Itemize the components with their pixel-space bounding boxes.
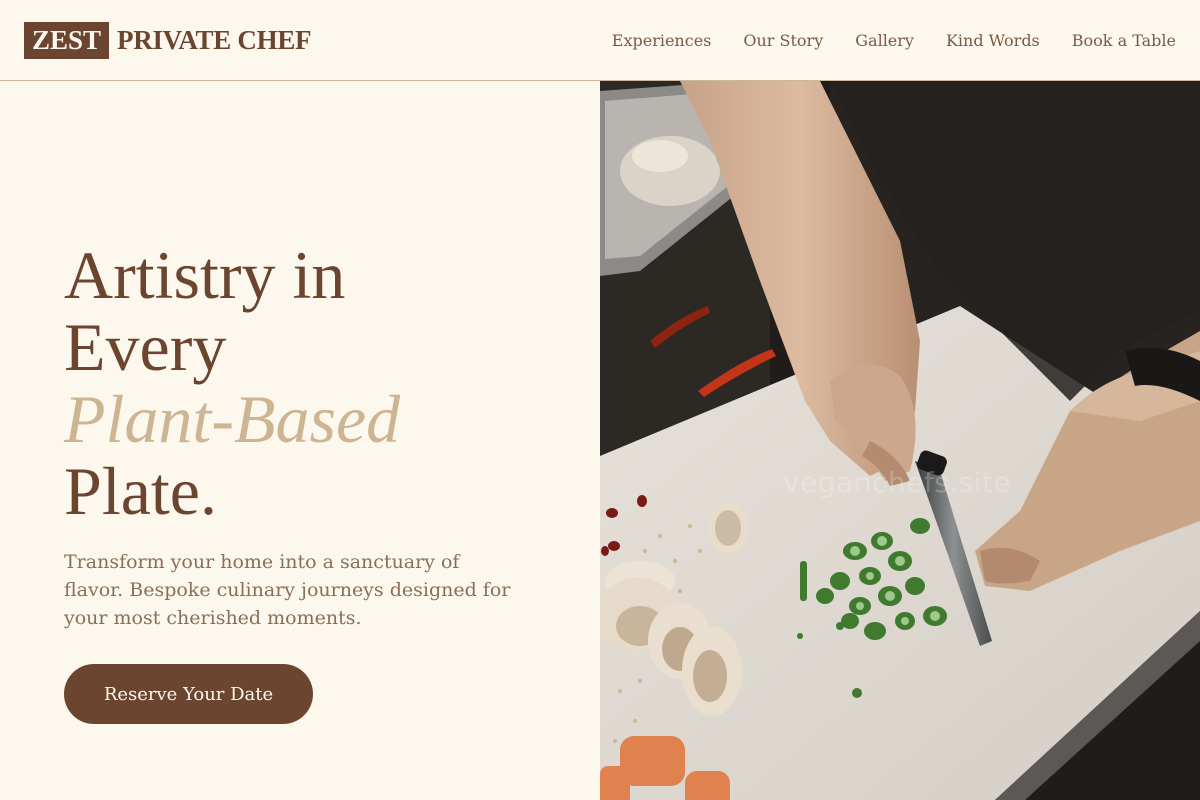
hero-photo-illustration bbox=[600, 81, 1200, 800]
headline-line-4: Plate. bbox=[64, 453, 217, 529]
headline-line-2: Every bbox=[64, 309, 227, 385]
main-nav: Experiences Our Story Gallery Kind Words… bbox=[612, 31, 1176, 50]
hero-text-panel: Artistry in Every Plant-Based Plate. Tra… bbox=[0, 81, 600, 800]
nav-link-experiences[interactable]: Experiences bbox=[612, 31, 712, 50]
nav-link-our-story[interactable]: Our Story bbox=[743, 31, 823, 50]
hero-image-chef-chopping: veganchefs.site bbox=[600, 81, 1200, 800]
brand-logo[interactable]: ZEST PRIVATE CHEF bbox=[24, 21, 312, 59]
nav-link-book-a-table[interactable]: Book a Table bbox=[1072, 31, 1176, 50]
headline-line-1: Artistry in bbox=[64, 237, 346, 313]
hero-headline: Artistry in Every Plant-Based Plate. bbox=[64, 239, 400, 527]
logo-mark: ZEST bbox=[24, 21, 110, 59]
site-header: ZEST PRIVATE CHEF Experiences Our Story … bbox=[0, 0, 1200, 81]
reserve-date-button[interactable]: Reserve Your Date bbox=[64, 664, 313, 724]
hero-subtitle: Transform your home into a sanctuary of … bbox=[64, 551, 511, 629]
headline-accent: Plant-Based bbox=[64, 381, 401, 457]
nav-link-gallery[interactable]: Gallery bbox=[855, 31, 914, 50]
image-watermark: veganchefs.site bbox=[783, 466, 1012, 499]
logo-name: PRIVATE CHEF bbox=[117, 24, 312, 55]
nav-link-kind-words[interactable]: Kind Words bbox=[946, 31, 1040, 50]
